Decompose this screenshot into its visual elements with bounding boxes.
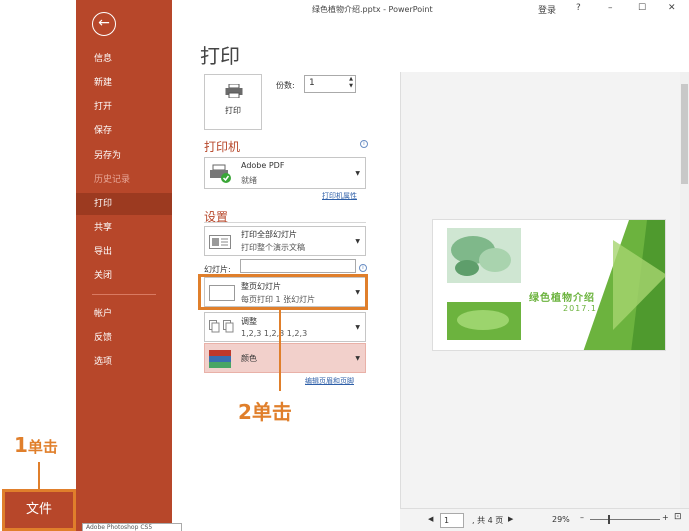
chevron-down-icon: ▼ <box>355 355 360 362</box>
nav-item-feedback[interactable]: 反馈 <box>76 327 172 349</box>
chevron-down-icon: ▼ <box>355 170 360 177</box>
next-page-icon[interactable]: ▶ <box>508 515 513 523</box>
close-icon[interactable]: ✕ <box>668 3 676 13</box>
chevron-down-icon: ▼ <box>355 324 360 331</box>
copies-value: 1 <box>309 78 315 88</box>
print-button-label: 打印 <box>225 106 241 115</box>
slide-date: 2017.1.22 <box>563 304 613 313</box>
zoom-slider-thumb[interactable] <box>608 515 610 524</box>
nav-item-save-as[interactable]: 另存为 <box>76 145 172 167</box>
preview-scroll-thumb[interactable] <box>681 84 688 184</box>
prev-page-icon[interactable]: ◀ <box>428 515 433 523</box>
help-icon[interactable]: ? <box>576 3 581 13</box>
collate-order: 1,2,3 1,2,3 1,2,3 <box>241 329 308 338</box>
annotation-step-2-text: 单击 <box>251 400 292 424</box>
nav-item-close[interactable]: 关闭 <box>76 265 172 287</box>
signin-link[interactable]: 登录 <box>538 3 556 16</box>
color-label: 颜色 <box>241 354 257 363</box>
nav-item-account[interactable]: 帐户 <box>76 303 172 325</box>
nav-item-save[interactable]: 保存 <box>76 120 172 142</box>
preview-status-bar: ◀ 1 , 共 4 页 ▶ 29% – + ⊡ <box>400 508 689 531</box>
color-dropdown[interactable]: 颜色 ▼ <box>204 343 366 373</box>
annotation-step-1-number: 1 <box>14 433 28 457</box>
printer-name: Adobe PDF <box>241 161 285 170</box>
info-icon[interactable]: i <box>359 264 367 272</box>
printer-properties-link[interactable]: 打印机属性 <box>322 191 357 201</box>
all-slides-icon <box>209 235 231 249</box>
annotation-step-2-line <box>279 307 281 391</box>
nav-item-options[interactable]: 选项 <box>76 351 172 373</box>
collate-icon <box>209 320 234 333</box>
printer-icon <box>225 84 243 98</box>
pdf-printer-icon <box>210 164 231 183</box>
print-range-label: 打印全部幻灯片 <box>241 230 297 239</box>
minimize-icon[interactable]: – <box>608 3 613 13</box>
settings-divider <box>204 222 366 223</box>
nav-item-share[interactable]: 共享 <box>76 217 172 239</box>
zoom-in-icon[interactable]: + <box>662 513 669 522</box>
page-number-input[interactable]: 1 <box>440 513 464 528</box>
nav-item-new[interactable]: 新建 <box>76 72 172 94</box>
slide-preview: 绿色植物介绍 2017.1.22 <box>432 219 666 351</box>
nav-item-print[interactable]: 打印 <box>76 193 172 215</box>
copies-label: 份数: <box>276 81 295 90</box>
chevron-down-icon: ▼ <box>355 238 360 245</box>
nav-item-open[interactable]: 打开 <box>76 96 172 118</box>
info-icon[interactable]: i <box>360 140 368 148</box>
printer-heading: 打印机 <box>204 140 241 154</box>
zoom-level: 29% <box>552 515 570 524</box>
zoom-out-icon[interactable]: – <box>580 513 584 522</box>
layout-highlight-box <box>198 274 368 310</box>
copies-input[interactable]: 1 ▲ ▼ <box>304 75 356 93</box>
fit-to-window-icon[interactable]: ⊡ <box>674 512 682 522</box>
annotation-step-1-line <box>38 462 40 490</box>
file-tab-button[interactable]: 文件 <box>2 489 76 531</box>
edit-header-footer-link[interactable]: 编辑页眉和页脚 <box>305 376 354 386</box>
copies-stepper-icon[interactable]: ▲ ▼ <box>349 76 353 90</box>
nav-item-export[interactable]: 导出 <box>76 241 172 263</box>
window-title: 绿色植物介绍.pptx - PowerPoint <box>312 5 433 14</box>
print-button[interactable]: 打印 <box>204 74 262 130</box>
color-icon <box>209 350 231 368</box>
nav-divider <box>92 294 156 295</box>
slides-input[interactable] <box>240 259 356 273</box>
slide-title: 绿色植物介绍 <box>529 293 595 304</box>
collate-dropdown[interactable]: 调整 1,2,3 1,2,3 1,2,3 ▼ <box>204 312 366 342</box>
printer-status: 就绪 <box>241 176 257 185</box>
zoom-slider[interactable] <box>590 519 660 520</box>
page-total: , 共 4 页 <box>472 516 504 525</box>
annotation-step-2-number: 2 <box>238 400 252 424</box>
slide-graphic <box>433 220 665 350</box>
nav-item-info[interactable]: 信息 <box>76 48 172 70</box>
taskbar-tooltip: Adobe Photoshop CS5 <box>82 523 182 531</box>
page-number-value: 1 <box>444 516 450 525</box>
title-bar: 绿色植物介绍.pptx - PowerPoint 登录 ? – ☐ ✕ <box>172 0 689 20</box>
annotation-step-2: 2单击 <box>238 396 292 425</box>
print-range-desc: 打印整个演示文稿 <box>241 243 305 252</box>
printer-dropdown[interactable]: Adobe PDF 就绪 ▼ <box>204 157 366 189</box>
print-range-dropdown[interactable]: 打印全部幻灯片 打印整个演示文稿 ▼ <box>204 226 366 256</box>
collate-label: 调整 <box>241 317 257 326</box>
backstage-nav: ← 信息 新建 打开 保存 另存为 历史记录 打印 共享 导出 关闭 帐户 反馈… <box>76 0 172 531</box>
annotation-step-1-text: 单击 <box>27 438 58 456</box>
back-arrow-icon[interactable]: ← <box>92 12 116 36</box>
nav-item-history[interactable]: 历史记录 <box>76 169 172 191</box>
restore-icon[interactable]: ☐ <box>638 3 646 13</box>
annotation-step-1: 1单击 <box>14 433 58 457</box>
page-title: 打印 <box>200 44 240 68</box>
